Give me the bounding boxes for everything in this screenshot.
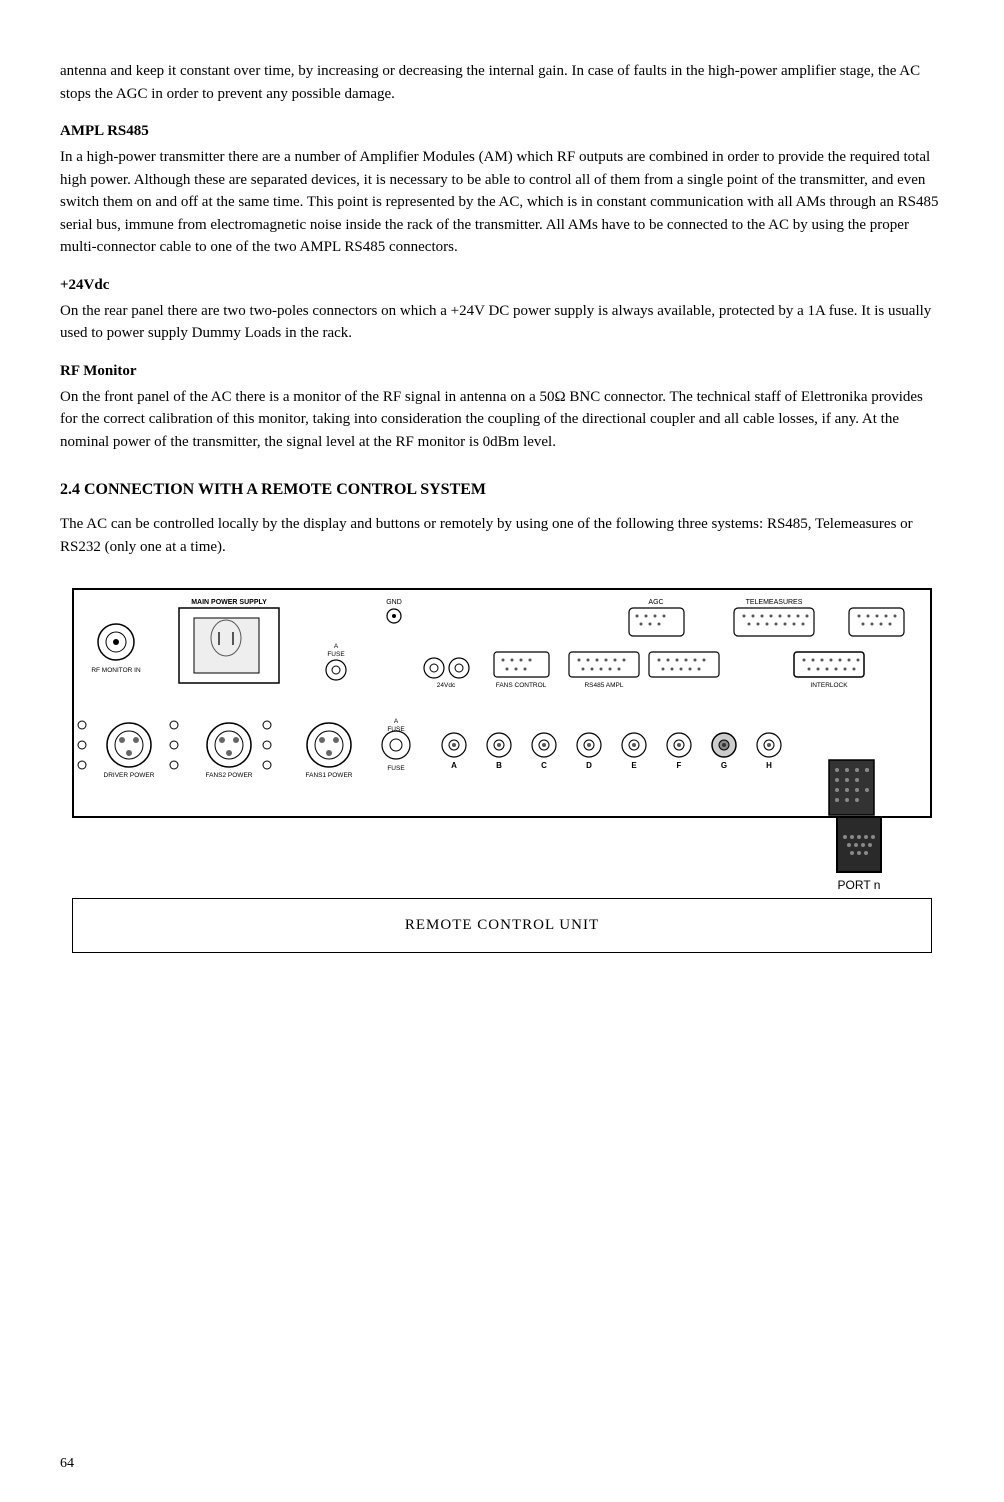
- diagram: MAIN POWER SUPPLY RF MONITOR IN GND: [60, 588, 944, 953]
- svg-text:A: A: [334, 643, 339, 650]
- svg-text:G: G: [721, 761, 727, 770]
- svg-text:AGC: AGC: [648, 599, 663, 606]
- rcu-box: REMOTE CONTROL UNIT: [72, 898, 932, 953]
- volt-body: On the rear panel there are two two-pole…: [60, 300, 944, 345]
- ampl-heading: AMPL RS485: [60, 123, 944, 140]
- svg-text:FUSE: FUSE: [387, 765, 405, 772]
- panel-svg: MAIN POWER SUPPLY RF MONITOR IN GND: [74, 590, 932, 818]
- svg-text:A: A: [394, 718, 399, 725]
- svg-text:FANS2 POWER: FANS2 POWER: [206, 772, 253, 779]
- cable-area: PORT n: [72, 818, 932, 898]
- svg-text:TELEMEASURES: TELEMEASURES: [746, 599, 803, 606]
- section-body: The AC can be controlled locally by the …: [60, 513, 944, 558]
- svg-text:FUSE: FUSE: [327, 651, 345, 658]
- main-power-label: MAIN POWER SUPPLY: [191, 599, 267, 606]
- svg-text:INTERLOCK: INTERLOCK: [810, 682, 848, 689]
- svg-text:FANS1 POWER: FANS1 POWER: [306, 772, 353, 779]
- svg-text:C: C: [541, 761, 547, 770]
- svg-text:D: D: [586, 761, 592, 770]
- svg-text:DRIVER POWER: DRIVER POWER: [104, 772, 155, 779]
- page-number: 64: [60, 1456, 74, 1472]
- port-label: PORT n: [838, 878, 881, 892]
- svg-text:B: B: [496, 761, 502, 770]
- section-heading: 2.4 CONNECTION WITH A REMOTE CONTROL SYS…: [60, 481, 944, 499]
- ampl-body: In a high-power transmitter there are a …: [60, 146, 944, 259]
- svg-text:A: A: [451, 761, 457, 770]
- rfmon-body: On the front panel of the AC there is a …: [60, 386, 944, 454]
- svg-text:24Vdc: 24Vdc: [437, 682, 456, 689]
- page: antenna and keep it constant over time, …: [0, 0, 1004, 1502]
- volt-heading: +24Vdc: [60, 277, 944, 294]
- svg-text:RF MONITOR IN: RF MONITOR IN: [91, 667, 141, 674]
- svg-text:F: F: [677, 761, 682, 770]
- svg-text:E: E: [631, 761, 637, 770]
- svg-text:RS485 AMPL: RS485 AMPL: [584, 682, 623, 689]
- rfmon-heading: RF Monitor: [60, 363, 944, 380]
- port-connector: [836, 818, 882, 873]
- panel-box: MAIN POWER SUPPLY RF MONITOR IN GND: [72, 588, 932, 818]
- svg-text:H: H: [766, 761, 772, 770]
- svg-text:GND: GND: [386, 599, 402, 606]
- svg-text:FANS CONTROL: FANS CONTROL: [496, 682, 547, 689]
- rcu-label: REMOTE CONTROL UNIT: [405, 917, 599, 934]
- intro-paragraph: antenna and keep it constant over time, …: [60, 60, 944, 105]
